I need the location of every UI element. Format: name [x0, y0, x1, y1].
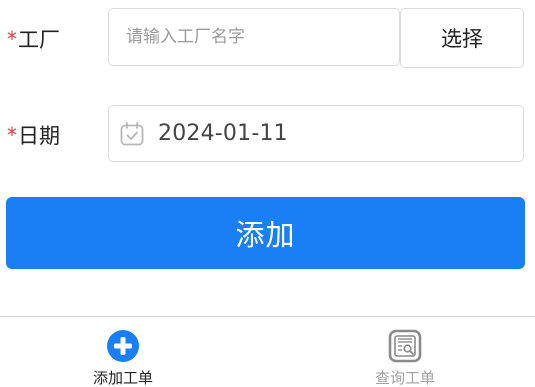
- bottom-tab-bar: 添加工单 查询工单: [0, 316, 535, 387]
- tab-add-order-label: 添加工单: [92, 369, 153, 387]
- add-circle-icon: [105, 328, 141, 363]
- tab-add-order[interactable]: 添加工单: [43, 317, 203, 387]
- date-picker[interactable]: 2024-01-11: [108, 105, 524, 162]
- factory-input-box[interactable]: [108, 8, 400, 66]
- required-mark: *: [7, 123, 17, 147]
- required-mark: *: [7, 27, 17, 51]
- tab-query-order[interactable]: 查询工单: [325, 317, 485, 387]
- date-label: * 日期: [7, 120, 60, 150]
- add-order-page: * 工厂 选择 * 日期 2024-01-11 添加: [0, 0, 535, 387]
- date-label-text: 日期: [18, 124, 60, 148]
- search-document-icon: [387, 328, 423, 363]
- factory-name-input[interactable]: [126, 27, 399, 47]
- factory-label: * 工厂: [7, 24, 60, 54]
- date-value: 2024-01-11: [158, 121, 288, 146]
- select-factory-button[interactable]: 选择: [400, 8, 524, 68]
- calendar-icon: [119, 121, 145, 147]
- add-button[interactable]: 添加: [6, 197, 525, 269]
- factory-label-text: 工厂: [18, 28, 60, 52]
- tab-query-order-label: 查询工单: [374, 369, 435, 387]
